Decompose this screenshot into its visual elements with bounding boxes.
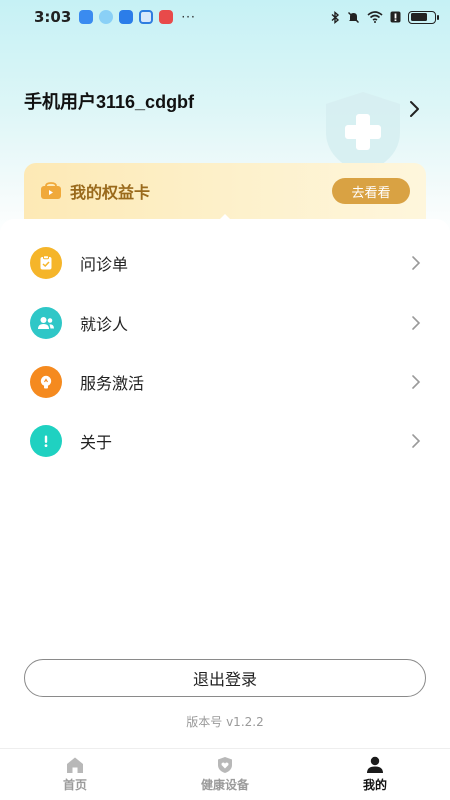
app-notification-icon: [99, 10, 114, 24]
menu-item-label: 问诊单: [80, 255, 129, 274]
red-app-icon: [159, 10, 174, 24]
status-bar: 3:03 ···: [0, 0, 450, 34]
tab-health-devices[interactable]: 健康设备: [150, 749, 300, 800]
sheet-pointer: [215, 214, 235, 224]
status-indicators: [331, 10, 439, 24]
menu-item-service-activation[interactable]: 服务激活: [0, 354, 450, 410]
mute-bell-icon: [348, 11, 359, 23]
menu-item-label: 就诊人: [80, 315, 129, 334]
bluetooth-icon: [331, 10, 340, 24]
chevron-right-icon: [412, 316, 421, 330]
home-icon: [67, 757, 83, 773]
tab-label: 我的: [362, 778, 387, 792]
alert-icon: [390, 11, 401, 23]
logout-button[interactable]: 退出登录: [24, 659, 426, 697]
rights-card-icon: [41, 182, 61, 199]
more-notifications-icon: ···: [181, 10, 196, 24]
menu-item-patients[interactable]: 就诊人: [0, 295, 450, 351]
chevron-right-icon: [412, 434, 421, 448]
tab-label: 健康设备: [200, 778, 249, 792]
profile-chevron-right-icon[interactable]: [402, 97, 426, 121]
bluetooth-app-icon: [79, 10, 94, 24]
chevron-right-icon: [412, 375, 421, 389]
info-icon: [30, 425, 62, 457]
version-label: 版本号 v1.2.2: [186, 715, 264, 729]
menu-item-about[interactable]: 关于: [0, 413, 450, 469]
bottom-tab-bar: 首页 健康设备 我的: [0, 748, 450, 800]
view-rights-button[interactable]: 去看看: [332, 178, 410, 204]
menu-item-label: 服务激活: [80, 374, 145, 393]
tab-label: 首页: [62, 778, 87, 792]
consult-form-icon: [30, 247, 62, 279]
browser-app-icon: [139, 10, 154, 24]
profile-icon: [367, 756, 383, 773]
cloud-app-icon: [119, 10, 134, 24]
rights-card[interactable]: 我的权益卡 去看看: [24, 163, 426, 219]
patients-icon: [30, 307, 62, 339]
service-activation-icon: [30, 366, 62, 398]
health-device-icon: [218, 757, 232, 773]
menu-item-label: 关于: [80, 433, 113, 452]
status-time: 3:03: [34, 8, 72, 26]
chevron-right-icon: [412, 256, 421, 270]
battery-icon: [408, 10, 439, 24]
wifi-icon: [367, 11, 383, 23]
tab-profile[interactable]: 我的: [300, 749, 450, 800]
rights-card-label: 我的权益卡: [70, 183, 151, 202]
menu-item-consult-form[interactable]: 问诊单: [0, 235, 450, 291]
tab-home[interactable]: 首页: [0, 749, 150, 800]
profile-username[interactable]: 手机用户3116_cdgbf: [24, 88, 194, 114]
